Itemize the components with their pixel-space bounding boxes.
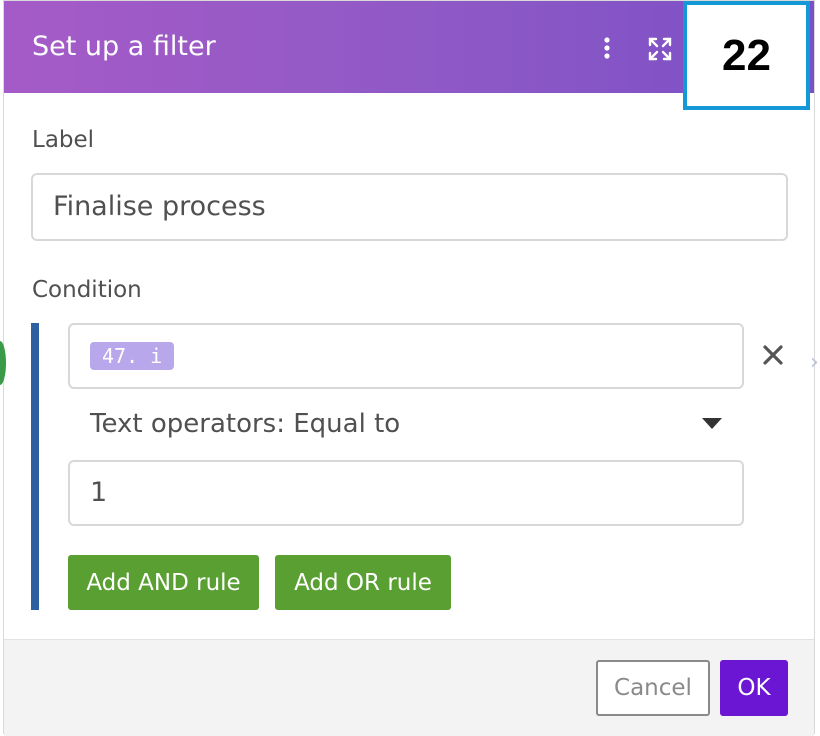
label-heading: Label (32, 127, 95, 153)
filter-dialog: › Set up a filter 22 Label Finalise proc… (0, 0, 819, 736)
label-input-value: Finalise process (53, 191, 266, 222)
dialog-footer: Cancel OK (4, 639, 814, 736)
operator-select[interactable]: Text operators: Equal to (68, 399, 728, 449)
operand-input[interactable]: 47. i (68, 323, 744, 389)
close-icon[interactable] (761, 343, 785, 367)
expand-icon[interactable] (646, 35, 674, 63)
dialog-title: Set up a filter (32, 31, 216, 62)
variable-token[interactable]: 47. i (90, 342, 175, 370)
cancel-button[interactable]: Cancel (596, 660, 710, 716)
route-node-edge (0, 341, 6, 385)
ok-button[interactable]: OK (720, 660, 788, 716)
operator-select-value: Text operators: Equal to (90, 409, 401, 439)
add-and-rule-button[interactable]: Add AND rule (68, 555, 259, 610)
more-vertical-icon[interactable] (595, 34, 619, 64)
add-or-rule-button[interactable]: Add OR rule (275, 555, 451, 610)
caret-down-icon (702, 418, 722, 429)
comparison-value-input[interactable]: 1 (68, 460, 744, 526)
condition-heading: Condition (32, 277, 142, 303)
label-input[interactable]: Finalise process (31, 173, 788, 241)
step-number-badge: 22 (683, 1, 810, 110)
comparison-value: 1 (90, 477, 108, 508)
route-arrow-edge: › (810, 350, 819, 375)
condition-group-bar (31, 323, 39, 610)
